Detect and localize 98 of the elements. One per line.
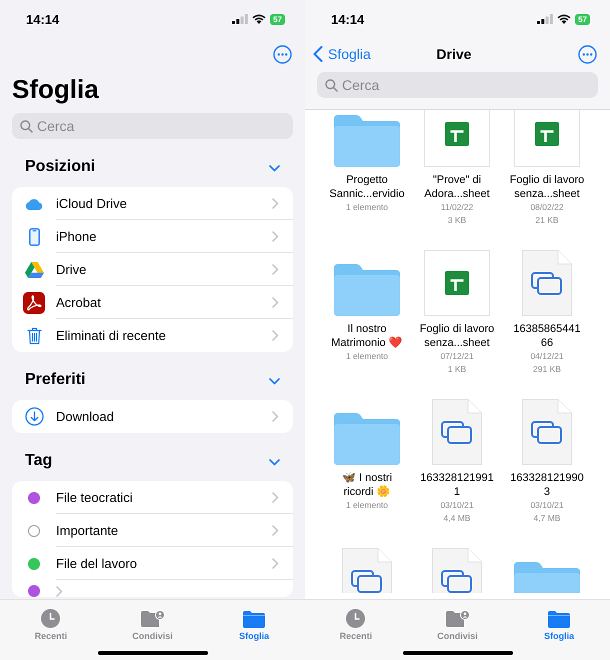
clock-icon [41,609,60,628]
file-name[interactable]: 66 [540,336,554,350]
clock-icon [346,609,366,628]
more-button[interactable] [578,44,597,64]
triangle-icon [24,262,44,278]
file-detail: 03/10/21 [530,499,564,512]
cloud-icon [25,198,43,210]
chevron-right-icon [272,198,279,208]
file-detail: 4,7 MB [534,512,560,525]
battery-indicator: 57 [575,14,590,24]
file-icon [522,399,572,465]
file-name[interactable]: Adora...sheet [424,187,490,201]
battery-indicator: 57 [270,14,285,24]
file-detail: 1 elemento [346,499,388,512]
signal-icon [537,14,554,24]
file-detail: 1 elemento [346,201,388,214]
chevron-right-icon [272,492,279,502]
file-detail: 291 KB [533,363,561,376]
section-title: Posizioni [25,157,96,177]
chevron-down-icon[interactable] [269,165,280,172]
search-field[interactable]: Cerca [12,113,293,139]
search-field[interactable]: Cerca [317,72,598,98]
file-detail: 4,4 MB [444,512,470,525]
file-name[interactable]: 1 [454,485,460,499]
shared-folder-icon [140,610,164,628]
folder-icon [334,115,400,167]
tab[interactable]: Sfoglia [203,600,305,643]
folder-icon [334,264,400,316]
trash-icon [26,326,42,344]
list-item[interactable]: Importante [12,514,293,547]
file-name[interactable]: ricordi 🌼 [343,485,390,499]
file-name[interactable]: 🦋 I nostri [342,471,392,485]
file-icon [522,250,572,316]
shared-folder-icon [446,610,470,628]
file-icon [432,399,482,465]
back-chevron-icon [313,46,323,62]
file-detail: 1 elemento [346,350,388,363]
search-icon [325,79,338,92]
spreadsheet-file-icon [424,250,490,316]
section-title: Preferiti [25,370,86,390]
file-name[interactable]: 3 [544,485,550,499]
file-name[interactable]: 163328121991 [420,471,494,485]
signal-icon [232,14,248,24]
list-item[interactable]: Acrobat [12,286,293,319]
list-item[interactable]: Eliminati di recente [12,319,293,352]
list-item[interactable]: File del lavoro [12,547,293,580]
list-item[interactable]: File teocratici [12,481,293,514]
tag-circle-icon [28,524,40,536]
phone-icon [28,228,40,246]
download-icon [24,407,44,426]
file-detail: 11/02/22 [440,201,474,214]
chevron-right-icon [272,330,279,341]
file-name[interactable]: Foglio di lavoro [510,173,584,187]
list-item[interactable]: Download [12,400,293,433]
search-icon [20,120,33,133]
file-name[interactable]: Foglio di lavoro [420,322,494,336]
file-name[interactable]: 163328121990 [510,471,584,485]
chevron-right-icon [272,264,279,274]
file-name[interactable]: senza...sheet [514,187,580,201]
app-icon [23,292,45,314]
chevron-right-icon [272,411,279,422]
file-detail: 08/02/22 [530,201,564,214]
file-name[interactable]: Progetto [346,173,388,187]
more-button[interactable] [273,44,292,64]
file-name[interactable]: 16385865441 [513,322,581,336]
file-detail: 21 KB [535,214,559,227]
section-title: Tag [25,451,52,471]
chevron-down-icon[interactable] [269,378,280,385]
list-item[interactable]: Drive [12,253,293,286]
chevron-right-icon [272,558,279,568]
file-detail: 03/10/21 [440,499,474,512]
chevron-right-icon [272,524,279,536]
list-item[interactable]: iCloud Drive [12,187,293,220]
page-title: Sfoglia [11,73,100,106]
tab[interactable]: Sfoglia [508,600,610,643]
status-time: 14:14 [331,12,364,26]
file-name[interactable]: Il nostro [347,322,387,336]
wifi-icon [557,14,572,24]
folder-icon [243,611,266,628]
file-detail: 07/12/21 [440,350,474,363]
file-detail: 04/12/21 [530,350,564,363]
file-detail: 3 KB [448,214,466,227]
screen-title: Drive [436,46,472,62]
status-time: 14:14 [26,12,60,26]
chevron-down-icon[interactable] [269,459,280,466]
list-item[interactable]: iPhone [12,220,293,253]
file-name[interactable]: Matrimonio ❤ [331,336,403,350]
folder-icon [334,413,400,465]
folder-icon [548,611,570,628]
wifi-icon [252,14,266,24]
file-name[interactable]: "Prove" di [432,173,482,187]
file-name[interactable]: Sannic...ervidio [329,187,405,201]
chevron-right-icon [272,230,279,242]
file-name[interactable]: senza...sheet [424,336,490,350]
chevron-right-icon [56,586,63,597]
file-detail: 1 KB [448,363,466,376]
chevron-right-icon [272,296,279,308]
back-button[interactable]: Sfoglia [313,46,371,62]
